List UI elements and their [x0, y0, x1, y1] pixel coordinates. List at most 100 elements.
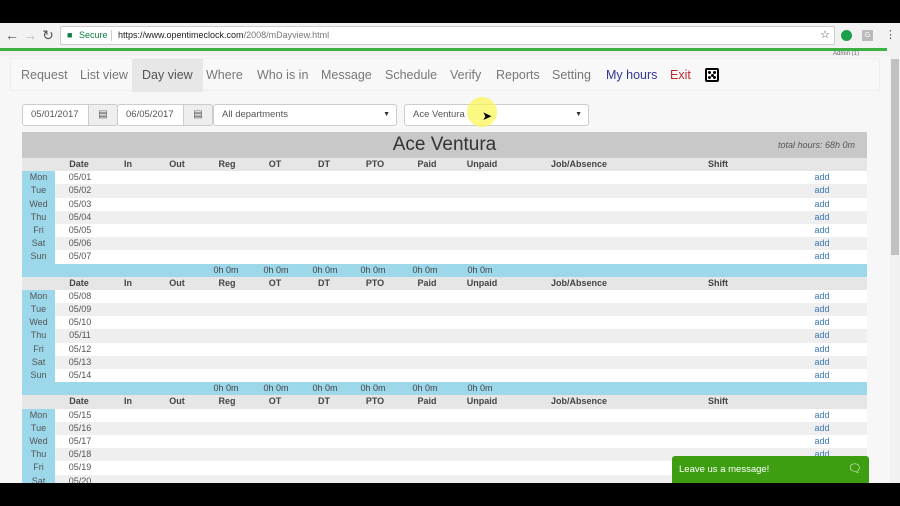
lock-icon: ■: [67, 30, 73, 40]
back-icon[interactable]: ←: [4, 27, 20, 43]
end-date-input[interactable]: 06/05/2017: [117, 104, 184, 126]
department-select[interactable]: All departments ▼: [213, 104, 397, 126]
bookmark-star-icon[interactable]: ☆: [820, 27, 830, 44]
week-totals-row: 0h 0m 0h 0m 0h 0m 0h 0m 0h 0m 0h 0m: [22, 382, 867, 396]
table-row: Mon 05/01 add: [22, 171, 867, 185]
column-header: Shift: [708, 396, 728, 407]
column-header: PTO: [365, 159, 385, 169]
browser-menu-icon[interactable]: ⋮: [885, 28, 896, 42]
day-label: Fri: [22, 461, 55, 475]
dice-icon[interactable]: [705, 68, 719, 82]
column-header: Out: [169, 277, 185, 288]
add-entry-link[interactable]: add: [812, 171, 832, 184]
date-cell: 05/13: [68, 356, 92, 367]
day-label: Thu: [22, 210, 55, 224]
table-row: Wed 05/10 add: [22, 316, 867, 330]
day-label: Sun: [22, 250, 55, 264]
table-row: Sat 05/06 add: [22, 237, 867, 251]
page-scrollbar[interactable]: [890, 56, 900, 483]
table-header-row: Date In Out Reg OT DT PTO Paid Unpaid Job/Absence…: [22, 158, 867, 172]
add-entry-link[interactable]: add: [812, 356, 832, 369]
hours-table: Ace Ventura total hours: 68h 0m Date In Ou…: [22, 132, 867, 483]
date-cell: 05/16: [68, 422, 92, 433]
date-cell: 05/19: [68, 462, 92, 473]
nav-my-hours[interactable]: My hours: [596, 59, 667, 92]
table-row: Fri 05/12 add: [22, 342, 867, 356]
day-label: Mon: [22, 171, 55, 185]
add-entry-link[interactable]: add: [812, 422, 832, 435]
date-cell: 05/07: [68, 251, 92, 262]
end-calendar-icon[interactable]: ▤: [183, 104, 213, 126]
column-header: Paid: [417, 159, 437, 169]
week-total-dt: 0h 0m: [312, 264, 338, 275]
add-entry-link[interactable]: add: [812, 329, 832, 342]
extension-green-icon[interactable]: [841, 30, 852, 41]
table-row: Tue 05/16 add: [22, 421, 867, 435]
start-calendar-icon[interactable]: ▤: [88, 104, 118, 126]
address-separator: [111, 30, 112, 41]
add-entry-link[interactable]: add: [812, 316, 832, 329]
forward-icon[interactable]: →: [22, 27, 38, 43]
nav-schedule[interactable]: Schedule: [375, 59, 447, 92]
column-header: Out: [169, 396, 185, 407]
chat-widget[interactable]: Leave us a message! 🗨: [672, 456, 869, 483]
start-date-input[interactable]: 05/01/2017: [22, 104, 89, 126]
add-entry-link[interactable]: add: [812, 184, 832, 197]
add-entry-link[interactable]: add: [812, 303, 832, 316]
nav-where[interactable]: Where: [196, 59, 253, 92]
chat-label: Leave us a message!: [679, 464, 770, 475]
day-label: Wed: [22, 434, 55, 449]
table-header-row: Date In Out Reg OT DT PTO Paid Unpaid Job/Absence…: [22, 276, 867, 290]
column-header: DT: [318, 277, 330, 288]
add-entry-link[interactable]: add: [812, 224, 832, 237]
column-header: Reg: [218, 277, 236, 288]
nav-message[interactable]: Message: [311, 59, 382, 92]
add-entry-link[interactable]: add: [812, 290, 832, 303]
chat-bubble-icon: 🗨: [848, 463, 862, 475]
column-header: In: [124, 396, 132, 407]
nav-verify[interactable]: Verify: [440, 59, 491, 92]
nav-request[interactable]: Request: [11, 59, 78, 92]
reload-icon[interactable]: ↻: [40, 27, 56, 43]
scrollbar-thumb[interactable]: [891, 59, 899, 255]
extension-g-icon[interactable]: G: [862, 30, 873, 41]
column-header: Date: [69, 277, 89, 288]
address-bar[interactable]: ■ Secure https://www.opentimeclock.com/2…: [60, 26, 835, 45]
add-entry-link[interactable]: add: [812, 435, 832, 448]
table-row: Wed 05/03 add: [22, 197, 867, 211]
nav-setting[interactable]: Setting: [542, 59, 601, 92]
column-header: OT: [268, 277, 282, 288]
week-total-unpaid: 0h 0m: [467, 383, 493, 394]
table-row: Mon 05/15 add: [22, 408, 867, 422]
nav-who-is-in[interactable]: Who is in: [247, 59, 318, 92]
column-header: Reg: [218, 159, 236, 169]
nav-list-view[interactable]: List view: [70, 59, 138, 92]
nav-day-view[interactable]: Day view: [132, 59, 203, 92]
add-entry-link[interactable]: add: [812, 211, 832, 224]
nav-exit[interactable]: Exit: [660, 59, 701, 92]
table-header-row: Date In Out Reg OT DT PTO Paid Unpaid Job/Absence…: [22, 395, 867, 409]
add-entry-link[interactable]: add: [812, 250, 832, 263]
mouse-cursor-icon: ➤: [482, 109, 493, 123]
column-header: OT: [268, 159, 282, 169]
day-label: Tue: [22, 184, 55, 198]
table-row: Sun 05/14 add: [22, 369, 867, 383]
add-entry-link[interactable]: add: [812, 343, 832, 356]
employee-header: Ace Ventura total hours: 68h 0m: [22, 132, 867, 158]
column-header: DT: [318, 159, 330, 169]
add-entry-link[interactable]: add: [812, 237, 832, 250]
nav-reports[interactable]: Reports: [486, 59, 550, 92]
column-header: OT: [268, 396, 282, 407]
column-header: In: [124, 277, 132, 288]
date-cell: 05/01: [68, 172, 92, 183]
column-header: PTO: [365, 277, 385, 288]
add-entry-link[interactable]: add: [812, 409, 832, 422]
date-cell: 05/18: [68, 449, 92, 460]
add-entry-link[interactable]: add: [812, 369, 832, 382]
add-entry-link[interactable]: add: [812, 198, 832, 211]
table-row: Sat 05/13 add: [22, 355, 867, 369]
column-header: Paid: [417, 396, 437, 407]
day-label: Mon: [22, 289, 55, 304]
column-header: In: [124, 159, 132, 169]
screen: ← → ↻ ■ Secure https://www.opentimeclock…: [0, 0, 900, 506]
